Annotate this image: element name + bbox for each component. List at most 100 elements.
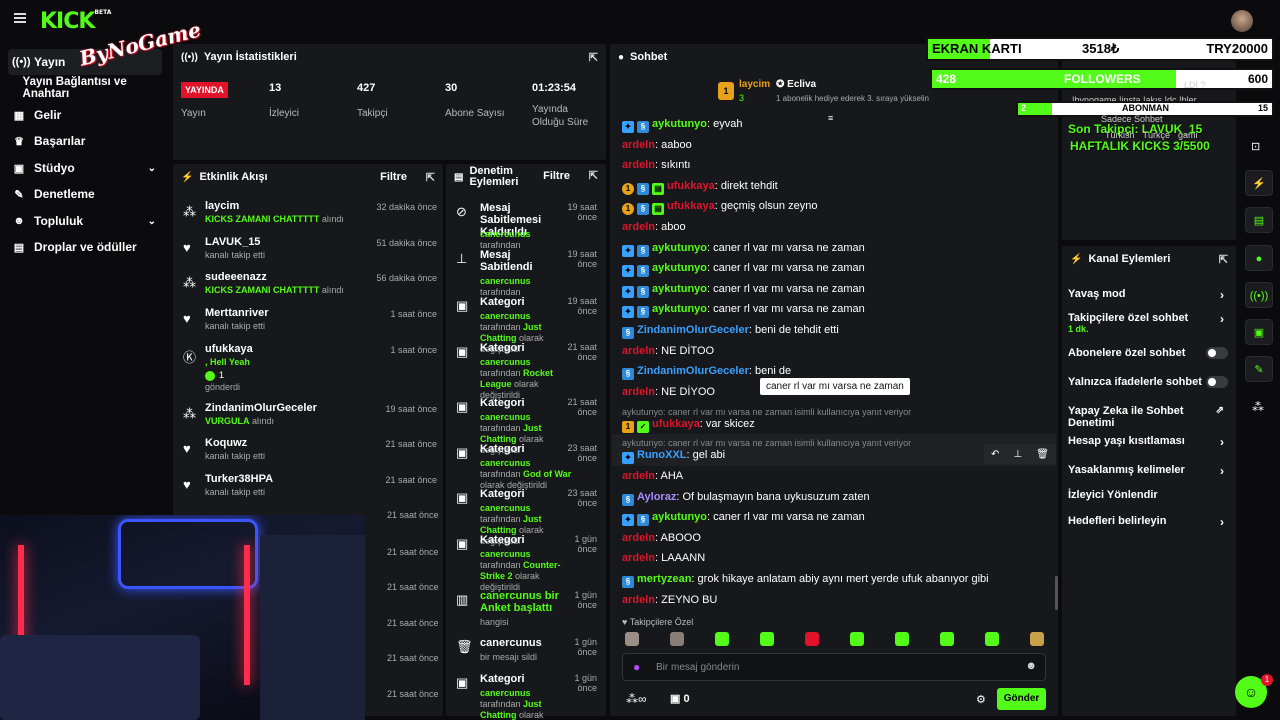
rail-lightning-icon[interactable]: ⚡ [1245,170,1273,196]
filter-button[interactable]: Filtre [380,171,407,183]
chat-message[interactable]: 1 § ▤ ufukkaya: direkt tehdit [622,180,778,195]
webcam-overlay [0,515,365,720]
activity-item[interactable]: ♥ Koquwz kanalı takip etti 21 saat önce [181,437,441,467]
chat-message[interactable]: § Ayloraz: Of bulaşmayın bana uykusuzum z… [622,491,870,506]
channel-action-item[interactable]: Yalnızca ifadelerle sohbet [1068,376,1228,388]
pin-icon[interactable]: ⊥ [1013,449,1022,460]
channel-action-item[interactable]: Yapay Zeka ile Sohbet Denetimi ⇗ [1068,405,1228,429]
activity-item[interactable]: ♥ Turker38HPA kanalı takip etti 21 saat … [181,473,441,503]
reply-icon[interactable]: ↶ [991,449,999,460]
moderation-item[interactable]: ▣ Kategori 19 saat önce canercunus taraf… [452,296,597,354]
chat-message[interactable]: § ZindanimOlurGeceler: beni de tehdit ett… [622,324,839,339]
emote-icon[interactable] [850,632,864,646]
emote-icon[interactable] [895,632,909,646]
pinned-toggle-icon[interactable]: ≡ [828,113,833,123]
sidebar-item-basarilar[interactable]: ♛ Başarılar [8,128,162,154]
activity-item[interactable]: ⁂ ZindanimOlurGeceler VURGULA alındı 19 … [181,402,441,432]
channel-action-item[interactable]: Hesap yaşı kısıtlaması › [1068,435,1228,449]
kick-logo[interactable]: KICKBETA [40,9,111,34]
channel-action-item[interactable]: Yavaş mod › [1068,288,1228,302]
clip-icon[interactable]: ⊡ [1251,140,1260,153]
chat-message[interactable]: ardeln: sıkıntı [622,159,690,171]
rail-wrench-icon[interactable]: ✎ [1245,356,1273,382]
chat-message[interactable]: 1 ✓ ufukkaya: var skicez [622,418,755,433]
emote-icon[interactable] [760,632,774,646]
expand-icon[interactable]: ⇱ [589,51,598,64]
moderation-item[interactable]: 🗑 canercunus 1 gün önce bir mesajı sildi [452,637,597,677]
expand-icon[interactable]: ⇱ [1219,253,1228,266]
kick-icon: Ⓚ [183,350,197,365]
user-avatar[interactable] [1231,10,1253,32]
chat-message[interactable]: 1 § ▤ ufukkaya: geçmiş olsun zeyno [622,200,817,216]
channel-action-item[interactable]: Hedefleri belirleyin › [1068,515,1228,529]
chat-message[interactable]: ✦ § aykutunyo: caner rl var mı varsa ne za… [622,303,865,319]
chat-settings-icon[interactable]: ⚙ [976,693,986,706]
activity-item[interactable]: ♥ Merttanriver kanalı takip etti 1 saat … [181,307,441,337]
chat-message[interactable]: § mertyzean: grok hikaye anlatam abiy ayn… [622,573,989,588]
toggle-switch[interactable] [1206,376,1228,388]
emote-icon[interactable] [625,632,639,646]
chat-message[interactable]: ✦ § aykutunyo: caner rl var mı varsa ne za… [622,283,865,298]
activity-item[interactable]: ⁂ sudeeenazz KICKS ZAMANI CHATTTTT alınd… [181,271,441,301]
sidebar-item-denetleme[interactable]: ✎ Denetleme [8,181,162,207]
toggle-switch[interactable] [1206,347,1228,359]
menu-icon[interactable] [14,13,26,23]
chat-message[interactable]: ✦ § aykutunyo: caner rl var mı varsa ne za… [622,242,865,257]
chat-message[interactable]: ✦ § aykutunyo: eyvah [622,118,743,133]
channel-points[interactable]: ▣ 0 [670,692,690,705]
chat-message[interactable]: ✦ RunoXXL: gel abi [622,449,725,464]
chat-message[interactable]: ardeln: ZEYNO BU [622,594,717,606]
activity-item[interactable]: Ⓚ ufukkaya , Hell Yeah 1 saat önce [181,343,441,373]
channel-action-item[interactable]: Abonelere özel sohbet [1068,347,1228,359]
channel-action-item[interactable]: Takipçilere özel sohbet 1 dk. › [1068,312,1228,334]
emote-icon[interactable] [670,632,684,646]
moderation-item[interactable]: ⊘ Mesaj Sabitlemesi Kaldırıldı 19 saat ö… [452,202,597,250]
chat-message[interactable]: ardeln: NE DİTOO [622,345,714,357]
chat-message[interactable]: ardeln: LAAANN [622,552,705,564]
sidebar-item-droplar[interactable]: ▤ Droplar ve ödüller [8,234,162,260]
trash-icon[interactable]: 🗑 [1036,449,1049,460]
emote-icon[interactable] [715,632,729,646]
expand-icon[interactable]: ⇱ [426,171,435,184]
chat-message[interactable]: ardeln: NE DİYOO [622,386,715,398]
microphone-icon[interactable]: ● [633,660,640,674]
rail-community-icon[interactable]: ⁂ [1252,400,1264,414]
moderation-item[interactable]: ▥ canercunus bir Anket başlattı 1 gün ön… [452,590,597,630]
chat-message[interactable]: ardeln: aaboo [622,139,692,151]
activity-item[interactable]: ⁂ laycim KICKS ZAMANI CHATTTTT alındı 32… [181,200,441,230]
moderation-item[interactable]: ⊥ Mesaj Sabitlendi 19 saat önce canercun… [452,249,597,297]
emote-icon[interactable] [940,632,954,646]
moderation-item[interactable]: ▣ Kategori 1 gün önce canercunus tarafın… [452,534,597,592]
sidebar-item-gelir[interactable]: ▦ Gelir [8,102,162,128]
rail-chat-icon[interactable]: ● [1245,245,1273,271]
rail-document-icon[interactable]: ▤ [1245,207,1273,233]
chat-message[interactable]: ardeln: AHA [622,470,683,482]
chat-input-box[interactable]: ● Bir mesaj gönderin ☻ [622,653,1046,681]
filter-button[interactable]: Filtre [543,171,570,182]
emote-icon[interactable] [1030,632,1044,646]
moderator-badge-icon: ✦ [622,514,634,527]
chat-scrollbar[interactable] [1055,576,1058,610]
expand-icon[interactable]: ⇱ [589,171,598,182]
moderation-item[interactable]: ▣ Kategori 23 saat önce canercunus taraf… [452,488,597,546]
sidebar-item-stream-key[interactable]: Yayın Bağlantısı ve Anahtarı [8,75,162,101]
sidebar-item-topluluk[interactable]: ☻ Topluluk ⌄ [8,208,162,234]
moderation-item[interactable]: ▣ Kategori 21 saat önce canercunus taraf… [452,342,597,400]
rail-moderation-icon[interactable]: ▣ [1245,319,1273,345]
activity-item[interactable]: ♥ LAVUK_15 kanalı takip etti 51 dakika ö… [181,236,441,266]
channel-action-item[interactable]: İzleyici Yönlendir [1068,489,1228,501]
channel-action-item[interactable]: Yasaklanmış kelimeler › [1068,464,1228,478]
rail-broadcast-icon[interactable]: ((•)) [1245,282,1273,308]
chat-message[interactable]: ✦ § aykutunyo: caner rl var mı varsa ne za… [622,511,865,527]
chat-message[interactable]: ardeln: aboo [622,221,686,233]
send-button[interactable]: Gönder [997,688,1046,710]
moderation-item[interactable]: ▣ Kategori 23 saat önce canercunus taraf… [452,443,597,490]
moderation-item[interactable]: ▣ Kategori 21 saat önce canercunus taraf… [452,397,597,455]
chat-message[interactable]: ardeln: ABOOO [622,532,701,544]
emote-icon[interactable] [805,632,819,646]
emoji-icon[interactable]: ☻ [1025,660,1037,672]
sidebar-item-studyo[interactable]: ▣ Stüdyo ⌄ [8,155,162,181]
chat-message[interactable]: ✦ § aykutunyo: caner rl var mı varsa ne za… [622,262,865,278]
emote-icon[interactable] [985,632,999,646]
moderation-item[interactable]: ▣ Kategori 1 gün önce canercunus tarafın… [452,673,597,720]
